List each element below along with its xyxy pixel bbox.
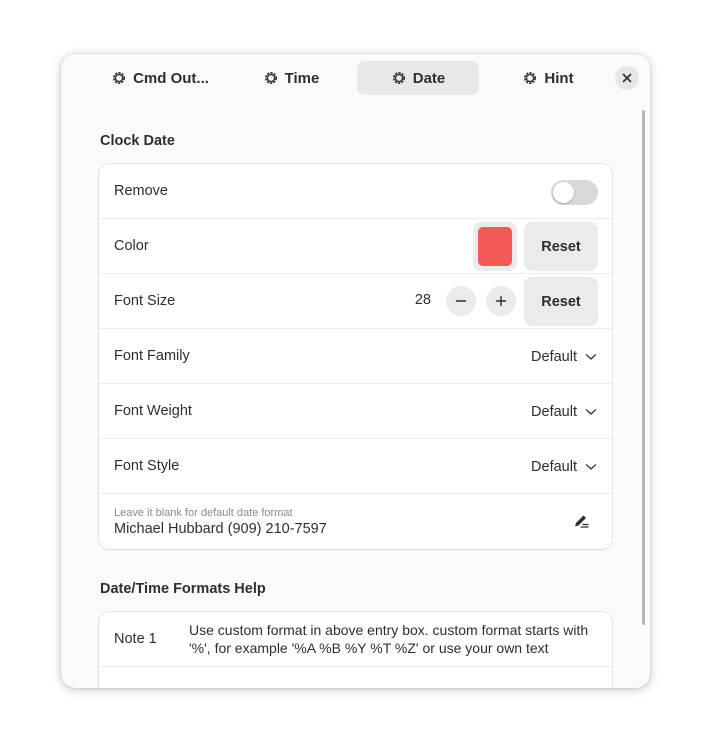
preferences-window: Cmd Out... Time Date Hint Clock Date Rem… <box>61 54 650 688</box>
color-swatch <box>478 227 512 266</box>
note-row-partial <box>99 667 612 688</box>
decrease-font-size-button[interactable] <box>446 286 476 316</box>
close-icon <box>622 73 632 83</box>
chevron-down-icon <box>585 353 597 360</box>
font-style-row[interactable]: Font Style Default <box>99 439 612 494</box>
font-family-dropdown[interactable]: Default <box>531 329 597 384</box>
note-label: Note 1 <box>114 631 157 647</box>
tab-hint[interactable]: Hint <box>495 61 601 95</box>
close-button[interactable] <box>615 66 639 90</box>
remove-row: Remove <box>99 164 612 219</box>
remove-switch[interactable] <box>551 180 598 205</box>
note-row: Note 1 Use custom format in above entry … <box>99 612 612 667</box>
font-weight-label: Font Weight <box>114 403 192 419</box>
chevron-down-icon <box>585 463 597 470</box>
color-reset-button[interactable]: Reset <box>524 222 598 271</box>
tab-cmd-output[interactable]: Cmd Out... <box>101 61 219 95</box>
font-style-value: Default <box>531 458 577 475</box>
font-family-value: Default <box>531 348 577 365</box>
note-text: Use custom format in above entry box. cu… <box>189 622 589 656</box>
gear-icon <box>392 72 405 84</box>
color-label: Color <box>114 238 149 254</box>
pencil-icon <box>575 515 589 528</box>
chevron-down-icon <box>585 408 597 415</box>
edit-button[interactable] <box>572 512 590 530</box>
font-family-row[interactable]: Font Family Default <box>99 329 612 384</box>
minus-icon <box>455 300 467 302</box>
tab-date[interactable]: Date <box>357 61 479 95</box>
increase-font-size-button[interactable] <box>486 286 516 316</box>
tab-label: Cmd Out... <box>133 69 209 87</box>
font-size-value: 28 <box>414 292 431 308</box>
gear-icon <box>264 72 277 84</box>
gear-icon <box>524 72 537 84</box>
tab-label: Time <box>284 69 320 87</box>
font-size-label: Font Size <box>114 293 176 309</box>
font-style-dropdown[interactable]: Default <box>531 439 597 494</box>
tab-time[interactable]: Time <box>241 61 341 95</box>
switch-knob <box>553 182 574 203</box>
header-bar: Cmd Out... Time Date Hint <box>61 54 650 102</box>
font-weight-value: Default <box>531 403 577 420</box>
font-size-row: Font Size 28 Reset <box>99 274 612 329</box>
color-row: Color Reset <box>99 219 612 274</box>
date-format-entry-row[interactable]: Leave it blank for default date format M… <box>99 494 612 549</box>
remove-label: Remove <box>114 183 168 199</box>
font-style-label: Font Style <box>114 458 180 474</box>
font-weight-dropdown[interactable]: Default <box>531 384 597 439</box>
plus-icon <box>495 295 507 307</box>
font-weight-row[interactable]: Font Weight Default <box>99 384 612 439</box>
tab-label: Hint <box>544 69 574 87</box>
gear-icon <box>113 72 126 84</box>
color-picker-button[interactable] <box>473 222 517 271</box>
font-family-label: Font Family <box>114 348 190 364</box>
vertical-scrollbar[interactable] <box>642 110 645 625</box>
font-size-reset-button[interactable]: Reset <box>524 277 598 326</box>
formats-help-title: Date/Time Formats Help <box>100 581 266 597</box>
clock-date-card: Remove Color Reset Font Size 28 Reset Fo… <box>99 164 612 549</box>
date-format-input[interactable]: Michael Hubbard (909) 210-7597 <box>114 521 327 537</box>
date-format-hint: Leave it blank for default date format <box>114 506 293 519</box>
tab-label: Date <box>412 69 446 87</box>
clock-date-title: Clock Date <box>100 133 175 149</box>
formats-help-card: Note 1 Use custom format in above entry … <box>99 612 612 688</box>
